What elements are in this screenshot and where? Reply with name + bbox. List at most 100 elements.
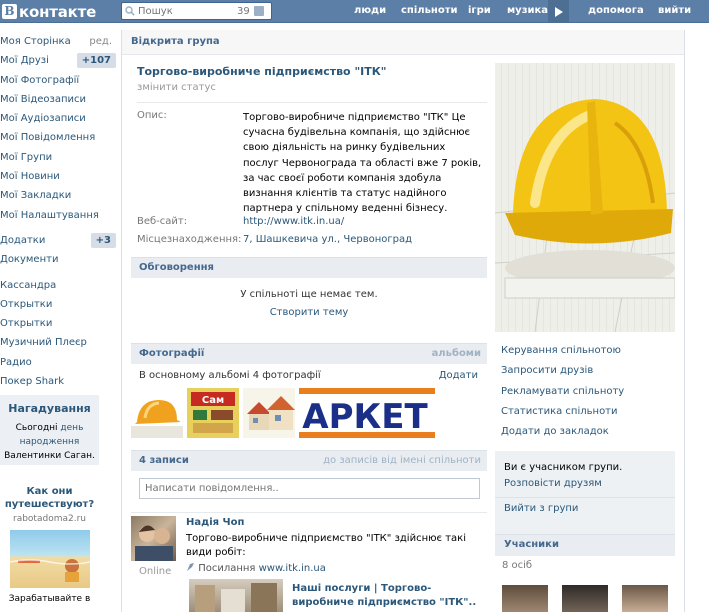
menu-app-poker[interactable]: Покер Shark bbox=[0, 372, 118, 391]
community-stats-link[interactable]: Статистика спільноти bbox=[501, 406, 618, 417]
add-photo-link[interactable]: Додати bbox=[439, 370, 478, 381]
membership-status: Ви є учасником групи. bbox=[504, 462, 623, 473]
menu-my-bookmarks[interactable]: Мої Закладки bbox=[0, 186, 118, 205]
tell-friends-link[interactable]: Розповісти друзям bbox=[504, 478, 602, 489]
search-icon bbox=[122, 3, 138, 19]
reminder-text: Сьогодні день народження Валентинки Сага… bbox=[0, 415, 99, 463]
menu-my-messages[interactable]: Мої Повідомлення bbox=[0, 128, 118, 147]
group-name: Торгово-виробниче підприємство "ІТК" bbox=[137, 65, 387, 78]
ad-title[interactable]: Как они путешествуют? bbox=[0, 485, 99, 511]
menu-app-radio[interactable]: Радио bbox=[0, 353, 118, 372]
thumb-parquet-text: АРКЕТ bbox=[302, 397, 428, 437]
member-avatar[interactable] bbox=[502, 585, 548, 612]
search-options-icon[interactable] bbox=[253, 6, 264, 16]
member-avatar[interactable] bbox=[622, 585, 668, 612]
ad-image[interactable] bbox=[9, 530, 90, 588]
photo-thumb-sam[interactable]: Сам bbox=[187, 388, 239, 438]
menu-app-kassandra[interactable]: Кассандра bbox=[0, 276, 118, 295]
album-count-text: В основному альбомі 4 фотографії bbox=[139, 370, 321, 381]
menu-app-music-player[interactable]: Музичний Плеєр bbox=[0, 333, 118, 352]
attachment-title[interactable]: Наші послуги | Торгово-виробниче підприє… bbox=[292, 582, 487, 610]
menu-label: Мої Друзі bbox=[0, 55, 49, 67]
nav-people[interactable]: люди bbox=[354, 5, 386, 16]
menu-my-photos[interactable]: Мої Фотографії bbox=[0, 71, 118, 90]
menu-app-cards[interactable]: Открытки bbox=[0, 295, 118, 314]
nav-logout[interactable]: вийти bbox=[658, 5, 691, 16]
menu-my-friends[interactable]: Мої Друзі +107 bbox=[0, 51, 118, 70]
wall-header: 4 записи до записів від імені спільноти bbox=[131, 450, 487, 471]
menu-my-settings[interactable]: Мої Налаштування bbox=[0, 206, 118, 225]
website-link[interactable]: http://www.itk.in.ua/ bbox=[243, 216, 344, 227]
wall-filter-link[interactable]: до записів від імені спільноти bbox=[323, 455, 481, 466]
divider bbox=[495, 497, 675, 498]
reminder-line2: Валентинки Саган. bbox=[4, 451, 95, 461]
photos-header[interactable]: Фотографії альбоми bbox=[131, 343, 487, 364]
members-header[interactable]: Учасники bbox=[495, 534, 675, 556]
logo-letter: В bbox=[2, 4, 17, 19]
edit-link[interactable]: ред. bbox=[89, 32, 112, 51]
attachment-thumbnail[interactable] bbox=[189, 579, 283, 612]
apps-count-badge[interactable]: +3 bbox=[90, 232, 116, 248]
wall-count: 4 записи bbox=[139, 455, 189, 466]
divider bbox=[131, 512, 487, 513]
leave-group-link[interactable]: Вийти з групи bbox=[504, 503, 578, 514]
members-count: 8 осіб bbox=[502, 560, 533, 571]
music-play-button[interactable] bbox=[548, 0, 569, 23]
top-header: В контакте 39 люди спільноти ігри музика… bbox=[0, 0, 709, 23]
wall-post-input[interactable] bbox=[140, 479, 479, 498]
discussions-header[interactable]: Обговорення bbox=[131, 257, 487, 278]
menu-my-audio[interactable]: Мої Аудіозаписи bbox=[0, 109, 118, 128]
play-icon bbox=[554, 6, 563, 17]
description-label: Опис: bbox=[137, 110, 167, 121]
menu-label: Моя Сторінка bbox=[0, 36, 71, 47]
search-box: 39 bbox=[121, 2, 272, 20]
post-url-link[interactable]: www.itk.in.ua bbox=[259, 563, 326, 574]
nav-communities[interactable]: спільноти bbox=[401, 5, 458, 16]
discussions-empty: У спільноті ще немає тем. bbox=[240, 289, 378, 300]
logo-text: контакте bbox=[19, 2, 97, 21]
members-title: Учасники bbox=[504, 539, 559, 550]
menu-apps[interactable]: Додатки +3 bbox=[0, 231, 118, 250]
friends-count-badge[interactable]: +107 bbox=[76, 53, 116, 69]
post-author[interactable]: Надія Чоп bbox=[186, 517, 244, 528]
location-label: Місцезнаходження: bbox=[137, 234, 242, 245]
search-input[interactable] bbox=[138, 5, 233, 17]
search-count: 39 bbox=[237, 5, 250, 17]
member-avatar[interactable] bbox=[562, 585, 608, 612]
vk-logo[interactable]: В контакте bbox=[2, 2, 97, 21]
manage-community-link[interactable]: Керування спільнотою bbox=[501, 345, 621, 356]
discussions-title: Обговорення bbox=[139, 262, 214, 273]
menu-documents[interactable]: Документи bbox=[0, 250, 118, 269]
photo-thumb-helmet[interactable] bbox=[131, 388, 183, 438]
post-text: Торгово-виробниче підприємство "ІТК" зді… bbox=[186, 533, 466, 558]
albums-link[interactable]: альбоми bbox=[432, 348, 481, 359]
menu-my-news[interactable]: Мої Новини bbox=[0, 167, 118, 186]
advertise-community-link[interactable]: Рекламувати спільноту bbox=[501, 386, 624, 397]
advertisement[interactable]: Как они путешествуют? rabotadoma2.ru Зар… bbox=[0, 485, 99, 604]
website-label: Веб-сайт: bbox=[137, 216, 188, 227]
nav-music[interactable]: музика bbox=[507, 5, 548, 16]
location-link[interactable]: 7, Шашкевича ул., Червоноград bbox=[243, 234, 412, 245]
menu-my-groups[interactable]: Мої Групи bbox=[0, 148, 118, 167]
nav-help[interactable]: допомога bbox=[588, 5, 644, 16]
top-nav: люди спільноти ігри музика допомога вийт… bbox=[340, 0, 709, 23]
menu-my-videos[interactable]: Мої Відеозаписи bbox=[0, 90, 118, 109]
add-bookmark-link[interactable]: Додати до закладок bbox=[501, 426, 609, 437]
photo-thumb-parquet[interactable]: АРКЕТ bbox=[299, 388, 435, 438]
thumb-sam-text: Сам bbox=[202, 395, 224, 406]
link-icon bbox=[187, 563, 194, 571]
photo-thumb-houses[interactable] bbox=[243, 388, 295, 438]
ad-domain: rabotadoma2.ru bbox=[13, 514, 86, 524]
menu-app-cards-2[interactable]: Открытки bbox=[0, 314, 118, 333]
wall-compose bbox=[139, 478, 480, 499]
invite-friends-link[interactable]: Запросити друзів bbox=[501, 365, 593, 376]
change-status-link[interactable]: змінити статус bbox=[137, 82, 216, 93]
create-topic-button[interactable]: Створити тему bbox=[270, 307, 349, 318]
menu-my-page[interactable]: Моя Сторінка ред. bbox=[0, 32, 118, 51]
create-topic-link: Створити тему bbox=[131, 307, 487, 318]
group-avatar[interactable] bbox=[495, 63, 675, 332]
reminder-box: Нагадування Сьогодні день народження Вал… bbox=[0, 395, 99, 465]
nav-games[interactable]: ігри bbox=[468, 5, 491, 16]
avatar[interactable] bbox=[131, 516, 176, 561]
post-link: Посилання www.itk.in.ua bbox=[186, 562, 326, 574]
